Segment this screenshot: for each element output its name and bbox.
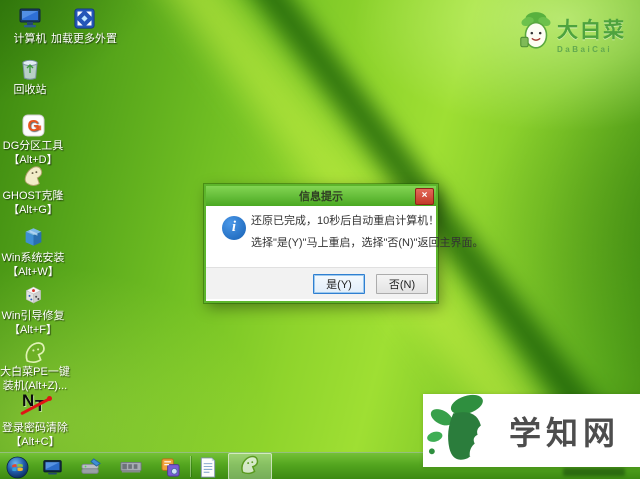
taskbar-divider <box>190 456 191 477</box>
icon-label-hotkey: 【Alt+F】 <box>9 324 57 336</box>
start-button[interactable] <box>5 455 29 479</box>
icon-label: Win引导修复 <box>1 310 65 322</box>
desktop-icon-ghost-clone[interactable]: GHOST克隆 【Alt+G】 <box>0 162 66 216</box>
icon-label-hotkey: 【Alt+G】 <box>8 204 58 216</box>
taskbar-disk-tool-icon[interactable] <box>79 455 103 479</box>
icon-label-hotkey: 【Alt+C】 <box>10 436 60 448</box>
icon-label-hotkey: 【Alt+W】 <box>7 266 59 278</box>
desktop-icon-win-install[interactable]: Win系统安装 【Alt+W】 <box>0 224 66 278</box>
close-icon[interactable]: × <box>415 188 434 205</box>
no-button[interactable]: 否(N) <box>376 273 428 294</box>
icon-label: GHOST克隆 <box>2 190 64 202</box>
dialog-message: 还原已完成，10秒后自动重启计算机！ 选择"是(Y)"马上重启，选择"否(N)"… <box>251 210 484 254</box>
desktop: 计算机 加载更多外置 回收站 G DG分区工具 【Alt+D】 GHOST克隆 … <box>0 0 640 479</box>
dialog-title: 信息提示 <box>299 191 343 203</box>
computer-icon <box>18 5 42 31</box>
dabaicai-mascot-icon <box>520 10 552 57</box>
desktop-icon-dabaicai-pe-installer[interactable]: 大白菜PE一键 装机(Alt+Z)... <box>0 338 70 392</box>
icon-label-hotkey: 装机(Alt+Z)... <box>2 380 68 392</box>
desktop-icon-win-boot-repair[interactable]: Win引导修复 【Alt+F】 <box>0 282 66 336</box>
dialog-message-line1: 还原已完成，10秒后自动重启计算机！ <box>251 215 440 227</box>
yes-button[interactable]: 是(Y) <box>313 273 365 294</box>
icon-label: 计算机 <box>13 33 47 45</box>
nt-password-icon: NT <box>20 392 52 420</box>
dialog-footer: 是(Y) 否(N) <box>206 267 436 299</box>
taskbar-memory-chip-icon[interactable] <box>119 455 143 479</box>
desktop-icon-dg-partition-tool[interactable]: G DG分区工具 【Alt+D】 <box>0 112 66 166</box>
load-more-icon <box>73 5 95 31</box>
taskbar-display-icon[interactable] <box>40 455 64 479</box>
brand-title: 大白菜 <box>557 18 626 42</box>
icon-label: 回收站 <box>13 84 47 96</box>
watermark-xuezhiwang: 学知网 <box>423 394 640 467</box>
win-install-icon <box>23 224 44 250</box>
brand-subtitle: DaBaiCai <box>557 44 613 54</box>
taskbar-dabaicai-pe-button[interactable] <box>228 453 272 479</box>
desktop-icon-load-more-external[interactable]: 加载更多外置 <box>45 5 123 45</box>
icon-label: 加载更多外置 <box>51 33 117 45</box>
taskbar-utility-icon[interactable] <box>158 455 182 479</box>
ghost-clone-icon <box>22 162 45 188</box>
win-boot-repair-icon <box>22 282 45 308</box>
info-icon: i <box>222 216 246 240</box>
taskbar-notepad-icon[interactable] <box>196 455 220 479</box>
taskbar-tray-clock-area[interactable] <box>563 468 625 476</box>
dabaicai-brand: 大白菜 DaBaiCai <box>520 10 626 57</box>
xuezhiwang-leaf-logo <box>423 392 503 469</box>
dialog-titlebar[interactable]: 信息提示 × <box>206 186 436 206</box>
dialog-body: i 还原已完成，10秒后自动重启计算机！ 选择"是(Y)"马上重启，选择"否(N… <box>206 206 484 299</box>
dabaicai-ghost-icon <box>239 452 261 479</box>
icon-label: DG分区工具 <box>2 140 64 152</box>
dabaicai-ghost-icon <box>23 338 48 364</box>
dialog-message-line2: 选择"是(Y)"马上重启，选择"否(N)"返回主界面。 <box>251 237 484 249</box>
watermark-text: 学知网 <box>509 414 621 451</box>
message-dialog: 信息提示 × i 还原已完成，10秒后自动重启计算机！ 选择"是(Y)"马上重启… <box>203 183 484 304</box>
recycle-bin-icon <box>20 56 40 82</box>
desktop-icon-password-clear[interactable]: NT 登录密码清除 【Alt+C】 <box>0 392 70 448</box>
desktop-icon-recycle-bin[interactable]: 回收站 <box>0 56 60 96</box>
icon-label: 大白菜PE一键 <box>0 366 70 378</box>
icon-label: 登录密码清除 <box>2 422 68 434</box>
dg-tool-icon: G <box>21 112 45 138</box>
icon-label: Win系统安装 <box>1 252 65 264</box>
